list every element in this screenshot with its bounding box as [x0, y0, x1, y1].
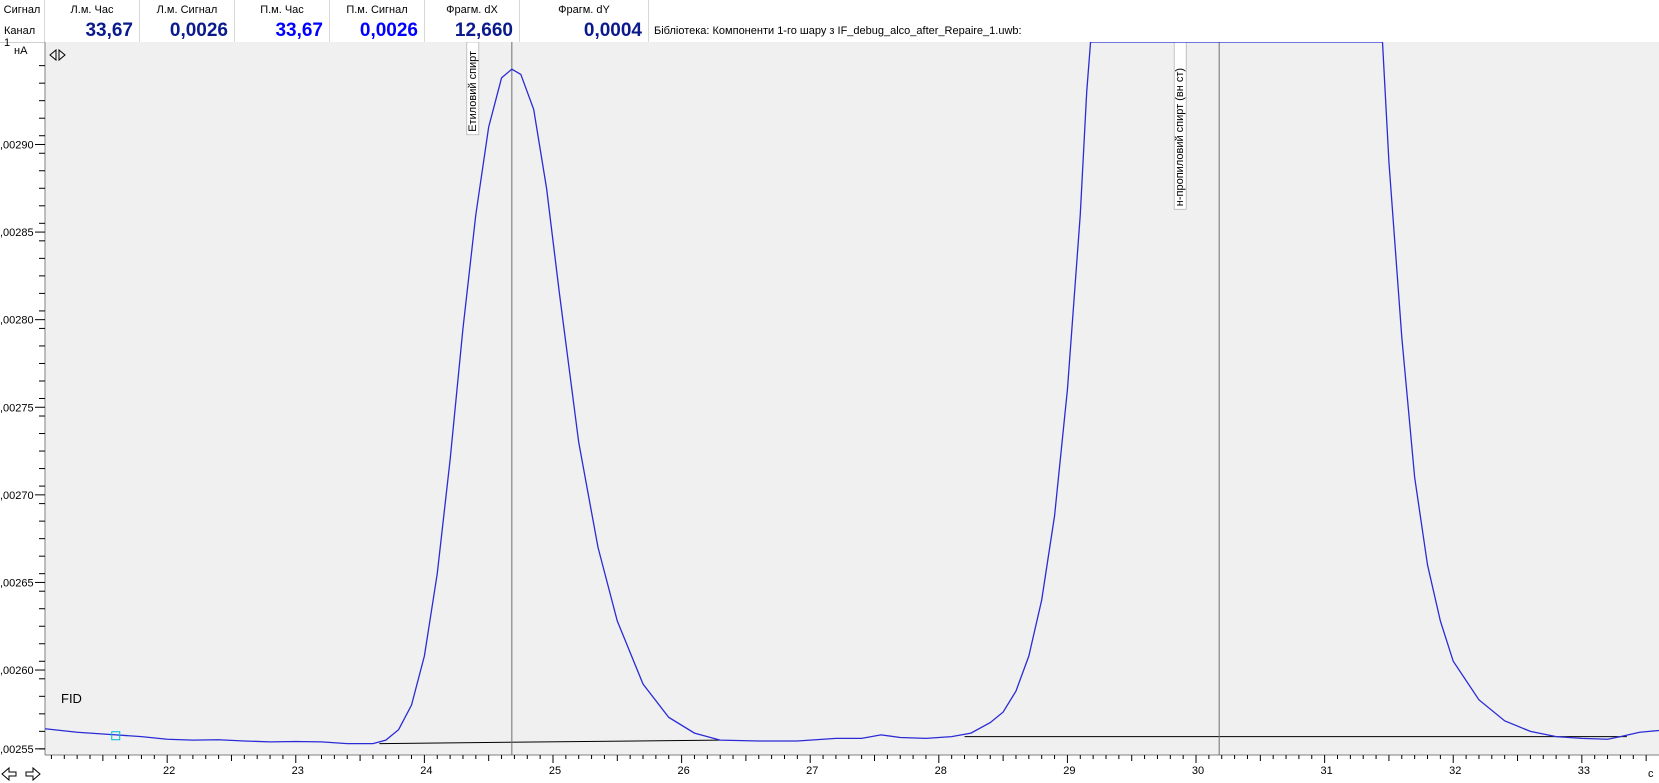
y-tick-label: ,00265: [0, 577, 34, 589]
x-axis-unit: с: [1648, 768, 1654, 780]
chromatogram-chart[interactable]: ,00255 ,00260 ,00265 ,00270 ,00275 ,00280 ,002…: [0, 42, 1659, 783]
pan-right-icon[interactable]: [25, 766, 41, 782]
y-tick-label: ,00285: [0, 227, 34, 239]
signal-cell: Сигнал Канал 1: [0, 0, 45, 49]
y-tick-label: ,00280: [0, 315, 34, 327]
left-marker-time-label: Л.м. Час: [70, 4, 114, 16]
right-marker-signal-cell: П.м. Сигнал 0,0026: [330, 0, 425, 42]
y-tick-label: ,00275: [0, 402, 34, 414]
x-tick-label: 22: [163, 765, 175, 777]
left-marker-time-cell: Л.м. Час 33,67: [45, 0, 140, 42]
left-marker-signal-label: Л.м. Сигнал: [156, 4, 218, 16]
right-marker-signal-label: П.м. Сигнал: [346, 4, 408, 16]
info-header: Сигнал Канал 1 Л.м. Час 33,67 Л.м. Сигна…: [0, 0, 1659, 49]
x-tick-label: 25: [549, 765, 561, 777]
x-tick-label: 29: [1063, 765, 1075, 777]
y-tick-label: ,00260: [0, 665, 34, 677]
signal-label: Сигнал: [3, 4, 41, 16]
library-info: Бібліотека: Компоненти 1-го шару з IF_de…: [654, 25, 1022, 37]
right-marker-time-cell: П.м. Час 33,67: [235, 0, 330, 42]
right-marker-time-value: 33,67: [275, 20, 323, 41]
x-tick-label: 30: [1192, 765, 1204, 777]
x-tick-label: 24: [420, 765, 432, 777]
fragment-dy-value: 0,0004: [583, 20, 642, 41]
left-marker-signal-cell: Л.м. Сигнал 0,0026: [140, 0, 235, 42]
pan-left-icon[interactable]: [1, 766, 17, 782]
y-axis-ticks: ,00255 ,00260 ,00265 ,00270 ,00275 ,00280 ,002…: [0, 65, 45, 756]
fragment-dy-cell: Фрагм. dY 0,0004: [520, 0, 649, 42]
y-tick-label: ,00255: [0, 744, 34, 756]
left-marker-time-value: 33,67: [85, 20, 133, 41]
right-marker-signal-value: 0,0026: [359, 20, 418, 41]
x-tick-label: 27: [806, 765, 818, 777]
left-marker-signal-value: 0,0026: [169, 20, 228, 41]
peak-label: Етиловий спирт: [467, 51, 479, 132]
plot-area[interactable]: [45, 42, 1659, 755]
peak-label: н-пропиловий спирт (вн ст): [1174, 68, 1186, 206]
detector-label: FID: [61, 691, 82, 706]
fragment-dx-cell: Фрагм. dX 12,660: [425, 0, 520, 42]
right-marker-time-label: П.м. Час: [260, 4, 304, 16]
fragment-dx-value: 12,660: [454, 20, 513, 41]
x-tick-label: 28: [935, 765, 947, 777]
x-tick-label: 32: [1449, 765, 1461, 777]
x-axis-ticks: 22 23 24 25 26 27 28 29 30 31 32 33: [50, 755, 1647, 777]
x-tick-label: 26: [677, 765, 689, 777]
y-tick-label: ,00290: [0, 139, 34, 151]
y-axis-unit: нА: [14, 45, 28, 57]
y-tick-label: ,00270: [0, 490, 34, 502]
x-tick-label: 31: [1321, 765, 1333, 777]
fragment-dx-label: Фрагм. dX: [446, 4, 498, 16]
fragment-dy-label: Фрагм. dY: [558, 4, 610, 16]
x-tick-label: 23: [292, 765, 304, 777]
x-tick-label: 33: [1578, 765, 1590, 777]
